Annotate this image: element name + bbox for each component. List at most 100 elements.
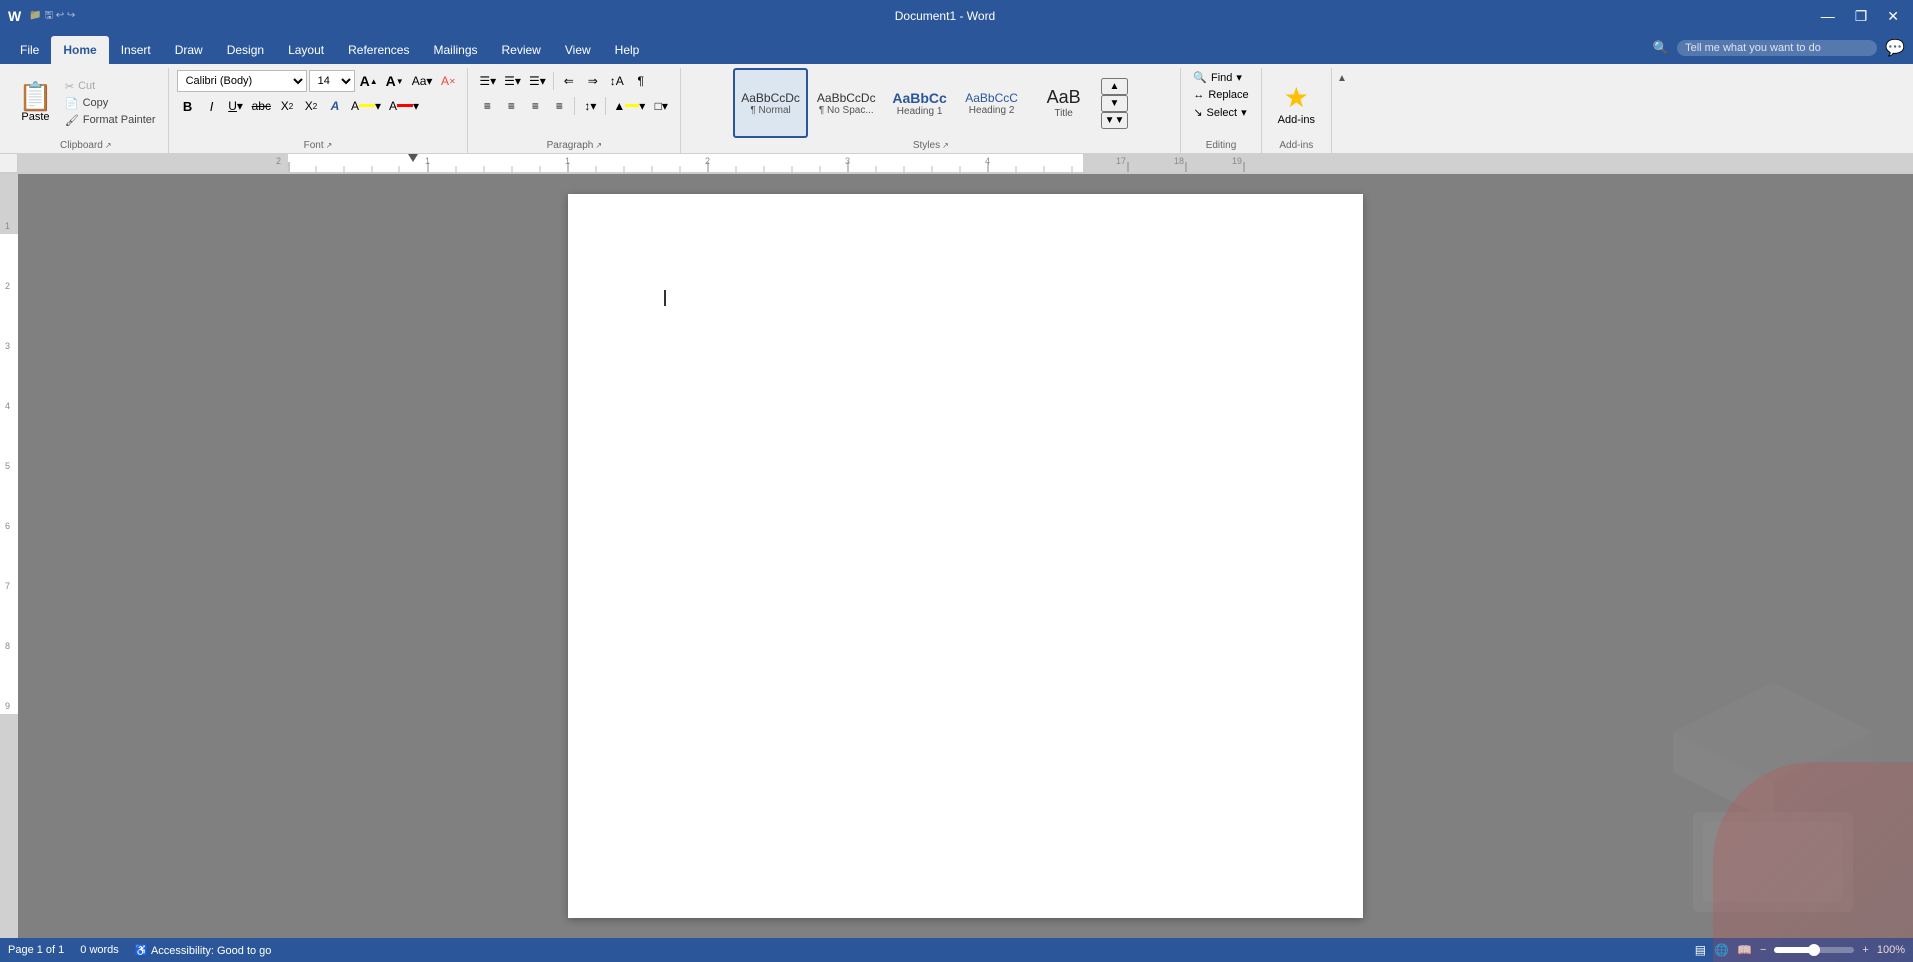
underline-button[interactable]: U▾ xyxy=(225,95,247,117)
tab-file[interactable]: File xyxy=(8,36,51,64)
collapse-ribbon-button[interactable]: ▲ xyxy=(1334,72,1350,85)
find-button[interactable]: 🔍 Find ▾ xyxy=(1189,70,1246,85)
svg-text:17: 17 xyxy=(1116,156,1126,166)
text-effects-button[interactable]: A xyxy=(324,95,346,117)
document-page[interactable] xyxy=(568,194,1363,918)
title-bar-controls: — ❐ ✕ xyxy=(1815,6,1905,27)
font-size-select[interactable]: 14 891011 12141618 2436 xyxy=(309,70,355,92)
clear-formatting-button[interactable]: A✕ xyxy=(437,70,459,92)
font-row2: B I U▾ abc X2 X2 A A ▾ A xyxy=(177,95,422,117)
zoom-out-button[interactable]: − xyxy=(1760,944,1766,956)
tab-references[interactable]: References xyxy=(336,36,421,64)
styles-scroll-down[interactable]: ▼ xyxy=(1101,95,1129,112)
style-heading1[interactable]: AaBbCc Heading 1 xyxy=(885,68,955,138)
comment-icon: 💬 xyxy=(1885,38,1905,58)
copy-button[interactable]: 📄 Copy xyxy=(61,96,160,111)
sort-button[interactable]: ↕A xyxy=(606,70,628,92)
tab-view[interactable]: View xyxy=(553,36,603,64)
numbering-button[interactable]: ☰▾ xyxy=(501,70,524,92)
borders-button[interactable]: □▾ xyxy=(650,95,672,117)
paragraph-label: Paragraph ↗ xyxy=(476,138,672,153)
paste-icon: 📋 xyxy=(18,83,53,111)
tab-draw[interactable]: Draw xyxy=(163,36,215,64)
cut-button[interactable]: ✂ Cut xyxy=(61,79,160,94)
restore-button[interactable]: ❐ xyxy=(1849,6,1874,27)
document-title: Document1 - Word xyxy=(75,9,1814,23)
font-name-select[interactable]: Calibri (Body) xyxy=(177,70,307,92)
replace-button[interactable]: ↔ Replace xyxy=(1189,88,1252,102)
decrease-indent-button[interactable]: ⇐ xyxy=(558,70,580,92)
styles-scroll-up[interactable]: ▲ xyxy=(1101,78,1129,95)
bold-button[interactable]: B xyxy=(177,95,199,117)
line-spacing-button[interactable]: ↕▾ xyxy=(579,95,601,117)
style-title[interactable]: AaB Title xyxy=(1029,68,1099,138)
style-heading2[interactable]: AaBbCcC Heading 2 xyxy=(957,68,1027,138)
paragraph-row1: ☰▾ ☰▾ ☰▾ ⇐ ⇒ ↕A ¶ xyxy=(476,70,651,92)
font-expand-icon[interactable]: ↗ xyxy=(326,141,333,150)
zoom-slider[interactable] xyxy=(1774,947,1854,953)
justify-button[interactable]: ≡ xyxy=(548,95,570,117)
horizontal-ruler: 2 1 1 2 xyxy=(18,154,1913,173)
italic-button[interactable]: I xyxy=(201,95,223,117)
styles-expand[interactable]: ▼▼ xyxy=(1101,112,1129,129)
align-left-button[interactable]: ≡ xyxy=(476,95,498,117)
read-mode-button[interactable]: 📖 xyxy=(1737,943,1752,957)
shading-button[interactable]: ▲ ▾ xyxy=(610,95,648,117)
align-center-button[interactable]: ≡ xyxy=(500,95,522,117)
document-area[interactable] xyxy=(18,174,1913,938)
svg-text:1: 1 xyxy=(5,221,10,231)
change-case-button[interactable]: Aa▾ xyxy=(409,70,436,92)
format-painter-button[interactable]: 🖌 Format Painter xyxy=(61,113,160,128)
grow-font-button[interactable]: A▲ xyxy=(357,70,381,92)
tab-mailings[interactable]: Mailings xyxy=(421,36,489,64)
tab-design[interactable]: Design xyxy=(215,36,276,64)
style-no-spacing[interactable]: AaBbCcDc ¶ No Spac... xyxy=(810,68,883,138)
select-button[interactable]: ↘ Select ▾ xyxy=(1189,105,1250,120)
select-icon: ↘ xyxy=(1193,106,1202,119)
text-cursor xyxy=(664,290,666,306)
close-button[interactable]: ✕ xyxy=(1881,6,1905,27)
styles-expand-icon[interactable]: ↗ xyxy=(942,141,949,150)
title-bar: W 📁 🖫 ↩ ↪ Document1 - Word — ❐ ✕ xyxy=(0,0,1913,32)
show-hide-button[interactable]: ¶ xyxy=(630,70,652,92)
subscript-button[interactable]: X2 xyxy=(276,95,298,117)
style-normal[interactable]: AaBbCcDc ¶ Normal xyxy=(733,68,808,138)
minimize-button[interactable]: — xyxy=(1815,6,1841,26)
ribbon-tabs: File Home Insert Draw Design Layout Refe… xyxy=(0,32,1645,64)
multilevel-button[interactable]: ☰▾ xyxy=(526,70,549,92)
addins-label: Add-ins xyxy=(1278,114,1315,126)
clipboard-expand-icon[interactable]: ↗ xyxy=(105,141,112,150)
find-label: Find xyxy=(1211,72,1232,84)
style-heading2-preview: AaBbCcC xyxy=(965,91,1018,105)
align-right-button[interactable]: ≡ xyxy=(524,95,546,117)
paragraph-expand-icon[interactable]: ↗ xyxy=(595,141,602,150)
status-left: Page 1 of 1 0 words ♿ Accessibility: Goo… xyxy=(8,944,271,957)
ruler-container: 2 1 1 2 xyxy=(0,154,1913,174)
vertical-ruler: 1 2 3 4 5 6 7 8 9 xyxy=(0,174,18,938)
superscript-button[interactable]: X2 xyxy=(300,95,322,117)
bullets-button[interactable]: ☰▾ xyxy=(476,70,499,92)
print-layout-button[interactable]: ▤ xyxy=(1695,943,1706,957)
tab-help[interactable]: Help xyxy=(603,36,652,64)
editing-content: 🔍 Find ▾ ↔ Replace ↘ Select ▾ xyxy=(1189,68,1252,138)
tab-home[interactable]: Home xyxy=(51,36,108,64)
tab-layout[interactable]: Layout xyxy=(276,36,336,64)
shrink-font-button[interactable]: A▼ xyxy=(383,70,407,92)
zoom-in-button[interactable]: + xyxy=(1862,944,1868,956)
tab-review[interactable]: Review xyxy=(490,36,553,64)
paste-button[interactable]: 📋 Paste xyxy=(12,81,59,125)
zoom-thumb[interactable] xyxy=(1808,944,1820,956)
web-layout-button[interactable]: 🌐 xyxy=(1714,943,1729,957)
vertical-ruler-svg: 1 2 3 4 5 6 7 8 9 xyxy=(0,174,18,938)
font-color-button[interactable]: A ▾ xyxy=(386,95,422,117)
style-heading1-preview: AaBbCc xyxy=(892,90,946,106)
tab-insert[interactable]: Insert xyxy=(109,36,163,64)
increase-indent-button[interactable]: ⇒ xyxy=(582,70,604,92)
editing-label: Editing xyxy=(1189,138,1252,153)
svg-text:9: 9 xyxy=(5,701,10,711)
text-highlight-button[interactable]: A ▾ xyxy=(348,95,384,117)
paragraph-row2: ≡ ≡ ≡ ≡ ↕▾ ▲ ▾ □▾ xyxy=(476,95,672,117)
strikethrough-button[interactable]: abc xyxy=(249,95,274,117)
addins-button[interactable]: ★ Add-ins xyxy=(1270,77,1323,130)
tell-me-input[interactable] xyxy=(1677,40,1877,56)
